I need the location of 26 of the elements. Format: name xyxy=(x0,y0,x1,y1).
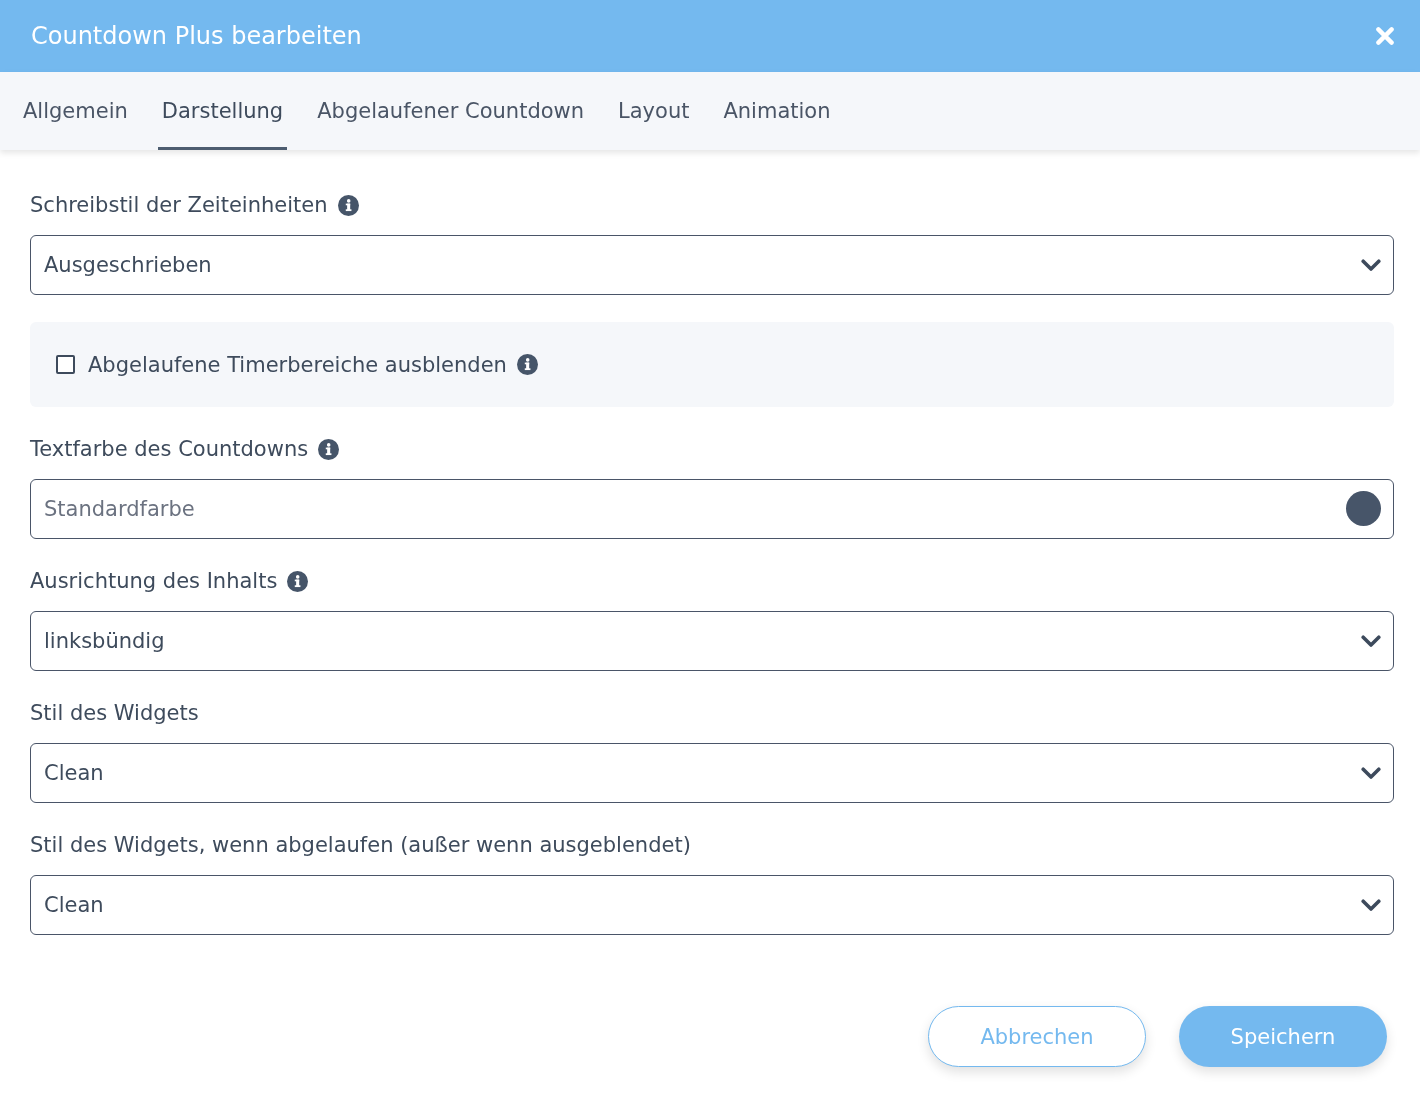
color-input-field[interactable]: Standardfarbe xyxy=(30,479,1394,539)
dialog-title: Countdown Plus bearbeiten xyxy=(31,21,362,51)
checkbox-label[interactable]: Abgelaufene Timerbereiche ausblenden xyxy=(88,349,507,380)
select-field[interactable]: Clean xyxy=(30,875,1394,935)
info-icon[interactable] xyxy=(516,354,538,375)
tab[interactable]: Allgemein xyxy=(19,72,132,150)
chevron-down-icon xyxy=(1361,766,1381,780)
field-label: Schreibstil der Zeiteinheiten xyxy=(30,192,328,219)
tab[interactable]: Layout xyxy=(614,72,694,150)
chevron-down-icon xyxy=(1361,634,1381,648)
tab[interactable]: Animation xyxy=(719,72,835,150)
checkbox[interactable] xyxy=(56,355,75,374)
field-label: Stil des Widgets xyxy=(30,700,199,727)
select-field[interactable]: linksbündig xyxy=(30,611,1394,671)
select-field[interactable]: Clean xyxy=(30,743,1394,803)
tab[interactable]: Abgelaufener Countdown xyxy=(313,72,589,150)
field-label: Stil des Widgets, wenn abgelaufen (außer wenn ausgeblendet) xyxy=(30,832,691,859)
info-icon[interactable] xyxy=(287,570,309,592)
field-label: Ausrichtung des Inhalts xyxy=(30,568,278,595)
chevron-down-icon xyxy=(1361,258,1381,272)
field-label: Textfarbe des Countdowns xyxy=(30,436,309,463)
info-icon[interactable] xyxy=(337,194,359,216)
chevron-down-icon xyxy=(1361,898,1381,912)
info-icon[interactable] xyxy=(318,438,340,460)
tab[interactable]: Darstellung xyxy=(157,72,288,150)
select-field[interactable]: Ausgeschrieben xyxy=(30,235,1394,295)
